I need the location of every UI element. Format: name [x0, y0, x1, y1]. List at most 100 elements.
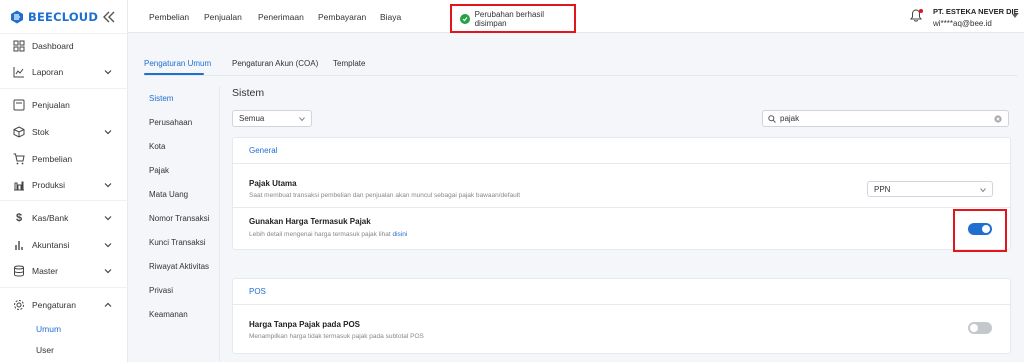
user-email[interactable]: wi****aq@bee.id: [933, 19, 992, 28]
dollar-icon: $: [15, 212, 23, 224]
sidebar-item-pembelian[interactable]: Pembelian: [0, 148, 128, 170]
subnav-divider: [219, 86, 220, 362]
desc-text: Lebih detail mengenai harga termasuk paj…: [249, 231, 393, 238]
sidebar-item-label: Stok: [32, 127, 50, 137]
sidebar-item-label: Penjualan: [32, 100, 70, 110]
chevron-down-icon: [104, 183, 112, 188]
disini-link[interactable]: disini: [392, 231, 407, 238]
notification-dot: [919, 9, 923, 13]
chevron-up-icon: [104, 302, 112, 307]
sidebar-item-label: Laporan: [32, 67, 64, 77]
top-menu-penerimaan[interactable]: Penerimaan: [258, 12, 304, 22]
sidebar-item-label: Produksi: [32, 180, 66, 190]
top-menu-penjualan[interactable]: Penjualan: [204, 12, 242, 22]
search-input[interactable]: pajak: [762, 110, 1009, 127]
card-divider: [233, 207, 1010, 208]
search-input-value: pajak: [780, 114, 800, 123]
subnav-mata-uang[interactable]: Mata Uang: [149, 190, 188, 199]
bee-logo-icon: [11, 10, 23, 24]
toggle-highlight-box: [953, 209, 1007, 252]
sales-icon: [13, 99, 25, 111]
card-header-pos: POS: [249, 287, 266, 296]
sidebar-item-laporan[interactable]: Laporan: [0, 61, 128, 83]
top-menu-biaya[interactable]: Biaya: [380, 12, 401, 22]
pajak-utama-select-value: PPN: [874, 184, 891, 194]
main-content: Pengaturan Umum Pengaturan Akun (COA) Te…: [128, 33, 1024, 362]
filter-select[interactable]: Semua: [232, 110, 312, 127]
tab-pengaturan-umum[interactable]: Pengaturan Umum: [144, 59, 211, 68]
subnav-pajak[interactable]: Pajak: [149, 166, 169, 175]
sidebar-divider: [0, 88, 128, 89]
search-icon: [768, 114, 776, 123]
sidebar-item-label: Kas/Bank: [32, 213, 69, 223]
sidebar-item-stok[interactable]: Stok: [0, 121, 128, 143]
sidebar-divider: [0, 287, 128, 288]
chevron-down-icon: [299, 117, 305, 121]
check-circle-icon: [460, 13, 470, 24]
sidebar-divider: [0, 200, 128, 201]
sidebar-item-pengaturan[interactable]: Pengaturan: [0, 294, 128, 316]
subnav-nomor-transaksi[interactable]: Nomor Transaksi: [149, 214, 209, 223]
logo[interactable]: BEECLOUD: [10, 9, 98, 25]
tab-template[interactable]: Template: [333, 59, 365, 68]
sidebar-item-label: Dashboard: [32, 41, 74, 51]
card-divider: [233, 304, 1010, 305]
tabs-divider: [144, 75, 1018, 76]
sidebar-subitem-umum[interactable]: Umum: [36, 324, 61, 334]
logo-text: BEECLOUD: [28, 10, 99, 24]
subnav-privasi[interactable]: Privasi: [149, 286, 173, 295]
sidebar-item-label: Akuntansi: [32, 240, 70, 250]
sidebar-item-label: Pembelian: [32, 154, 73, 164]
general-settings-card: General Pajak Utama Saat membuat transak…: [232, 137, 1011, 250]
sidebar-item-akuntansi[interactable]: Akuntansi: [0, 234, 128, 256]
dashboard-icon: [13, 40, 25, 52]
subnav-keamanan[interactable]: Keamanan: [149, 310, 188, 319]
success-toast: Perubahan berhasil disimpan: [450, 4, 576, 33]
top-menu-pembayaran[interactable]: Pembayaran: [318, 12, 366, 22]
sidebar: BEECLOUD Dashboard Laporan Penjualan Sto…: [0, 0, 128, 362]
pos-settings-card: POS Harga Tanpa Pajak pada POS Menampilk…: [232, 278, 1011, 354]
subnav-perusahaan[interactable]: Perusahaan: [149, 118, 192, 127]
harga-tanpa-pajak-toggle[interactable]: [968, 322, 992, 334]
sidebar-item-dashboard[interactable]: Dashboard: [0, 35, 128, 57]
pajak-utama-select[interactable]: PPN: [867, 181, 993, 197]
caret-down-icon[interactable]: [1012, 14, 1018, 18]
chevron-down-icon: [104, 70, 112, 75]
sidebar-item-label: Pengaturan: [32, 300, 76, 310]
filter-select-value: Semua: [239, 114, 265, 123]
chevron-down-icon: [104, 243, 112, 248]
subnav-kunci-transaksi[interactable]: Kunci Transaksi: [149, 238, 205, 247]
sidebar-item-produksi[interactable]: Produksi: [0, 174, 128, 196]
bar-chart-icon: [15, 241, 23, 250]
sidebar-item-label: Master: [32, 266, 58, 276]
setting-desc-pajak-utama: Saat membuat transaksi pembelian dan pen…: [249, 192, 521, 199]
topbar: Pembelian Penjualan Penerimaan Pembayara…: [128, 0, 1024, 33]
toggle-knob: [970, 324, 978, 332]
chevron-down-icon: [104, 216, 112, 221]
toast-message: Perubahan berhasil disimpan: [474, 9, 544, 28]
setting-desc-harga-termasuk-pajak: Lebih detail mengenai harga termasuk paj…: [249, 231, 407, 238]
sidebar-divider: [0, 33, 128, 34]
sidebar-item-kas-bank[interactable]: $ Kas/Bank: [0, 207, 128, 229]
setting-title-pajak-utama: Pajak Utama: [249, 179, 297, 188]
company-name[interactable]: PT. ESTEKA NEVER DIE: [933, 7, 1019, 16]
subnav-riwayat-aktivitas[interactable]: Riwayat Aktivitas: [149, 262, 209, 271]
chevron-down-icon: [104, 130, 112, 135]
database-icon: [14, 265, 24, 277]
sidebar-subitem-user[interactable]: User: [36, 345, 54, 355]
collapse-sidebar-icon[interactable]: [102, 11, 116, 23]
top-menu-pembelian[interactable]: Pembelian: [149, 12, 189, 22]
sidebar-item-master[interactable]: Master: [0, 260, 128, 282]
tab-pengaturan-akun-coa[interactable]: Pengaturan Akun (COA): [232, 59, 318, 68]
card-divider: [233, 163, 1010, 164]
card-header-general: General: [249, 146, 278, 155]
clear-icon[interactable]: [994, 115, 1002, 123]
subnav-kota[interactable]: Kota: [149, 142, 165, 151]
sidebar-item-penjualan[interactable]: Penjualan: [0, 94, 128, 116]
factory-icon: [14, 181, 24, 191]
gear-icon: [14, 300, 24, 310]
chevron-down-icon: [104, 269, 112, 274]
subnav-sistem[interactable]: Sistem: [149, 94, 173, 103]
page-title: Sistem: [232, 87, 265, 99]
setting-title-harga-tanpa-pajak: Harga Tanpa Pajak pada POS: [249, 320, 361, 329]
